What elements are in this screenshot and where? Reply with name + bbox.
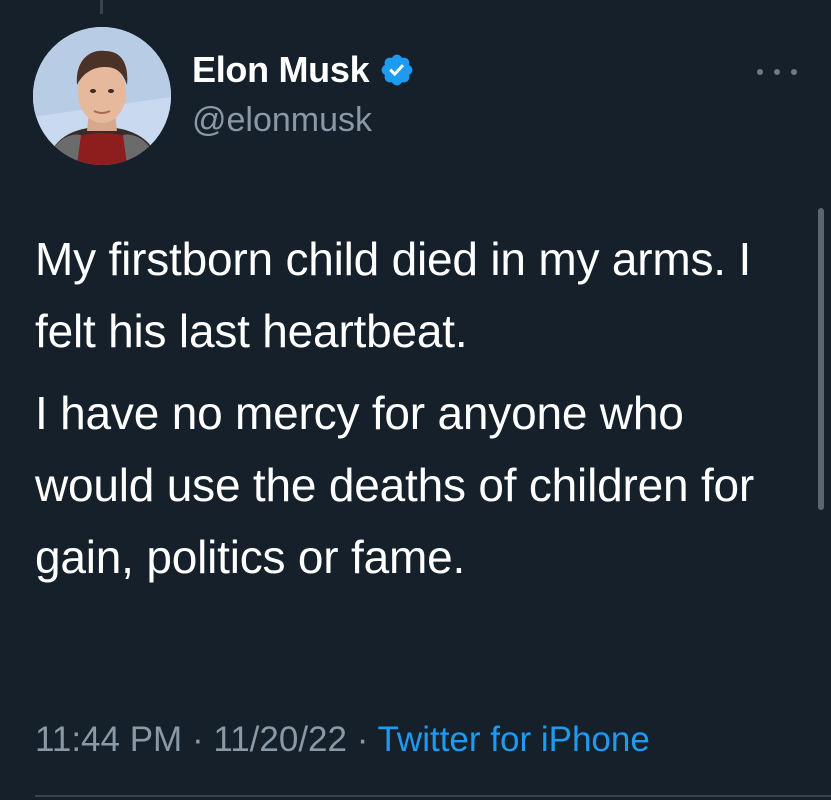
author-handle[interactable]: @elonmusk bbox=[192, 98, 372, 142]
author-name-row[interactable]: Elon Musk bbox=[192, 46, 415, 94]
avatar[interactable] bbox=[33, 27, 171, 165]
author-display-name[interactable]: Elon Musk bbox=[192, 46, 370, 94]
more-options-icon[interactable] bbox=[757, 62, 797, 82]
more-dot bbox=[757, 69, 763, 75]
tweet-source-link[interactable]: Twitter for iPhone bbox=[377, 720, 649, 759]
tweet-text: My firstborn child died in my arms. I fe… bbox=[35, 223, 795, 593]
tweet-time[interactable]: 11:44 PM bbox=[35, 720, 182, 759]
tweet-paragraph: I have no mercy for anyone who would use… bbox=[35, 387, 755, 583]
thread-connector-line bbox=[100, 0, 103, 14]
divider bbox=[35, 795, 831, 797]
avatar-image bbox=[33, 27, 171, 165]
meta-separator: · bbox=[182, 720, 214, 759]
more-dot bbox=[791, 69, 797, 75]
verified-badge-icon bbox=[379, 52, 415, 88]
scrollbar[interactable] bbox=[818, 208, 824, 510]
tweet-date[interactable]: 11/20/22 bbox=[213, 720, 347, 759]
more-dot bbox=[774, 69, 780, 75]
tweet-metadata: 11:44 PM · 11/20/22 · Twitter for iPhone bbox=[35, 714, 650, 766]
tweet-paragraph: My firstborn child died in my arms. I fe… bbox=[35, 233, 752, 357]
meta-separator: · bbox=[346, 720, 378, 759]
